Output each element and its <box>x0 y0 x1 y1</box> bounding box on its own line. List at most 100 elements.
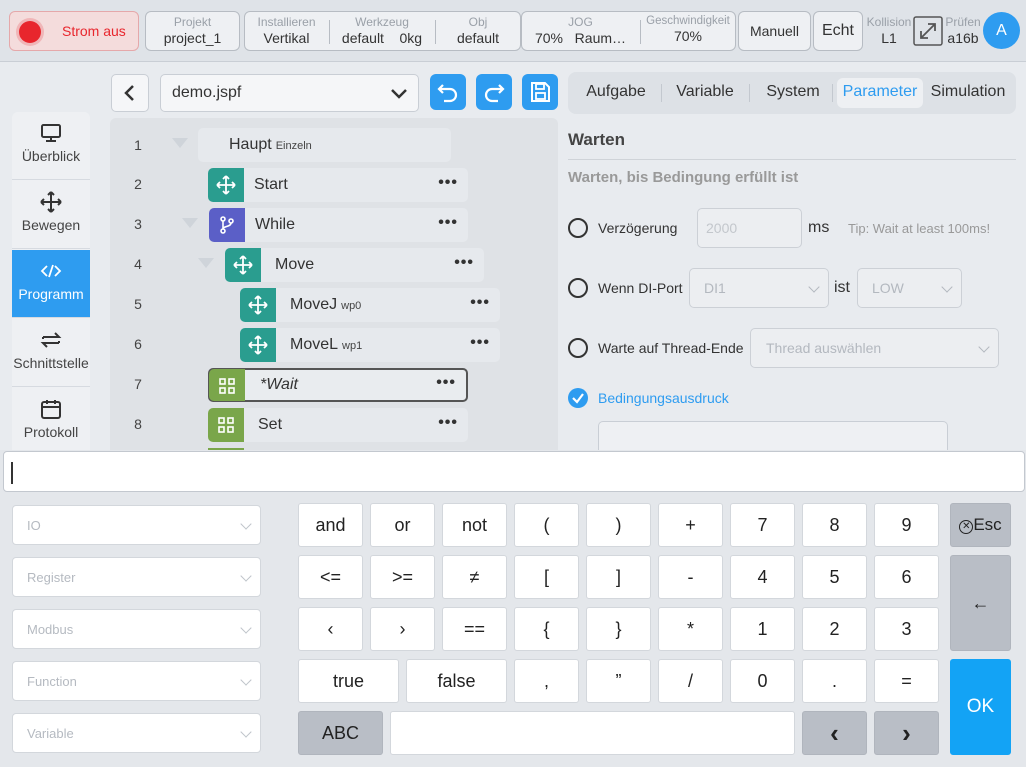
speed-selector[interactable]: Geschwindigkeit 70% <box>641 12 735 50</box>
key-or[interactable]: or <box>370 503 435 547</box>
condition-radio-checked[interactable] <box>568 388 588 408</box>
tab-variable[interactable]: Variable <box>670 78 740 108</box>
undo-button[interactable] <box>430 74 466 110</box>
di-level-select[interactable]: LOW <box>857 268 962 308</box>
key-close-paren[interactable]: ) <box>586 503 651 547</box>
key-esc[interactable]: ✕ Esc <box>950 503 1011 547</box>
io-select[interactable]: IO <box>12 505 261 545</box>
key-8[interactable]: 8 <box>802 503 867 547</box>
key-space[interactable] <box>390 711 795 755</box>
fullscreen-icon[interactable] <box>913 16 943 46</box>
project-selector[interactable]: Projekt project_1 <box>145 11 240 51</box>
node-start[interactable]: Start ••• <box>208 168 468 202</box>
redo-button[interactable] <box>476 74 512 110</box>
tab-system[interactable]: System <box>758 78 828 108</box>
di-port-radio[interactable] <box>568 278 588 298</box>
more-menu-icon[interactable]: ••• <box>470 295 490 311</box>
sidebar-item-program[interactable]: Programm <box>12 250 90 318</box>
expression-input[interactable] <box>3 451 1025 492</box>
node-wait[interactable]: *Wait ••• <box>208 368 468 402</box>
key-minus[interactable]: - <box>658 555 723 599</box>
key-5[interactable]: 5 <box>802 555 867 599</box>
key-3[interactable]: 3 <box>874 607 939 651</box>
install-selector[interactable]: Installieren Vertikal <box>245 12 328 50</box>
node-move[interactable]: Move ••• <box>225 248 484 282</box>
modbus-select[interactable]: Modbus <box>12 609 261 649</box>
variable-select[interactable]: Variable <box>12 713 261 753</box>
key-0[interactable]: 0 <box>730 659 795 703</box>
obj-selector[interactable]: Obj default <box>436 12 520 50</box>
node-movel[interactable]: MoveL wp1 ••• <box>240 328 500 362</box>
more-menu-icon[interactable]: ••• <box>438 415 458 431</box>
key-open-paren[interactable]: ( <box>514 503 579 547</box>
more-menu-icon[interactable]: ••• <box>436 375 456 391</box>
key-9[interactable]: 9 <box>874 503 939 547</box>
register-select[interactable]: Register <box>12 557 261 597</box>
key-4[interactable]: 4 <box>730 555 795 599</box>
condition-textarea[interactable] <box>598 421 948 453</box>
node-while[interactable]: While ••• <box>209 208 468 242</box>
check-indicator[interactable]: Prüfen a16b <box>944 12 982 50</box>
node-set[interactable]: Set ••• <box>208 408 468 442</box>
key-abc[interactable]: ABC <box>298 711 383 755</box>
key-open-bracket[interactable]: [ <box>514 555 579 599</box>
key-7[interactable]: 7 <box>730 503 795 547</box>
key-plus[interactable]: + <box>658 503 723 547</box>
mode-button[interactable]: Manuell <box>738 11 811 51</box>
node-main[interactable]: Haupt Einzeln <box>198 128 451 162</box>
key-true[interactable]: true <box>298 659 399 703</box>
key-1[interactable]: 1 <box>730 607 795 651</box>
key-6[interactable]: 6 <box>874 555 939 599</box>
real-sim-button[interactable]: Echt <box>813 11 863 51</box>
key-ok[interactable]: OK <box>950 659 1011 755</box>
collapse-caret-icon[interactable] <box>198 258 214 268</box>
collision-indicator[interactable]: Kollision L1 <box>865 12 913 50</box>
collapse-caret-icon[interactable] <box>172 138 188 148</box>
key-open-brace[interactable]: { <box>514 607 579 651</box>
save-button[interactable] <box>522 74 558 110</box>
more-menu-icon[interactable]: ••• <box>438 175 458 191</box>
delay-radio[interactable] <box>568 218 588 238</box>
function-select[interactable]: Function <box>12 661 261 701</box>
key-comma[interactable]: , <box>514 659 579 703</box>
key-cursor-right[interactable]: › <box>874 711 939 755</box>
jog-selector[interactable]: JOG 70% Raum… <box>522 12 639 50</box>
more-menu-icon[interactable]: ••• <box>454 255 474 271</box>
tab-task[interactable]: Aufgabe <box>580 78 652 108</box>
thread-radio[interactable] <box>568 338 588 358</box>
back-button[interactable] <box>111 74 149 112</box>
di-port-select[interactable]: DI1 <box>689 268 829 308</box>
key-2[interactable]: 2 <box>802 607 867 651</box>
collapse-caret-icon[interactable] <box>182 218 198 228</box>
tab-parameter[interactable]: Parameter <box>837 78 923 108</box>
tab-simulation[interactable]: Simulation <box>926 78 1010 108</box>
key-close-brace[interactable]: } <box>586 607 651 651</box>
key-backspace[interactable]: ← <box>950 555 1011 651</box>
sidebar-item-overview[interactable]: Überblick <box>12 112 90 180</box>
key-dot[interactable]: . <box>802 659 867 703</box>
sidebar-item-interface[interactable]: Schnittstelle <box>12 319 90 387</box>
key-close-bracket[interactable]: ] <box>586 555 651 599</box>
node-movej[interactable]: MoveJ wp0 ••• <box>240 288 500 322</box>
key-less-equal[interactable]: <= <box>298 555 363 599</box>
key-equals[interactable]: = <box>874 659 939 703</box>
delay-input[interactable]: 2000 <box>697 208 802 248</box>
key-not[interactable]: not <box>442 503 507 547</box>
sidebar-item-log[interactable]: Protokoll <box>12 388 90 450</box>
user-avatar[interactable]: A <box>983 12 1020 49</box>
tool-selector[interactable]: Werkzeug default 0kg <box>330 12 434 50</box>
file-selector[interactable]: demo.jspf <box>160 74 419 112</box>
key-slash[interactable]: / <box>658 659 723 703</box>
more-menu-icon[interactable]: ••• <box>470 335 490 351</box>
key-less-than[interactable]: ‹ <box>298 607 363 651</box>
key-false[interactable]: false <box>406 659 507 703</box>
thread-select[interactable]: Thread auswählen <box>750 328 999 368</box>
key-cursor-left[interactable]: ‹ <box>802 711 867 755</box>
sidebar-item-move[interactable]: Bewegen <box>12 181 90 249</box>
power-button[interactable]: Strom aus <box>9 11 139 51</box>
key-not-equal[interactable]: ≠ <box>442 555 507 599</box>
key-equals-equals[interactable]: == <box>442 607 507 651</box>
key-quote[interactable]: ” <box>586 659 651 703</box>
more-menu-icon[interactable]: ••• <box>438 215 458 231</box>
key-greater-equal[interactable]: >= <box>370 555 435 599</box>
